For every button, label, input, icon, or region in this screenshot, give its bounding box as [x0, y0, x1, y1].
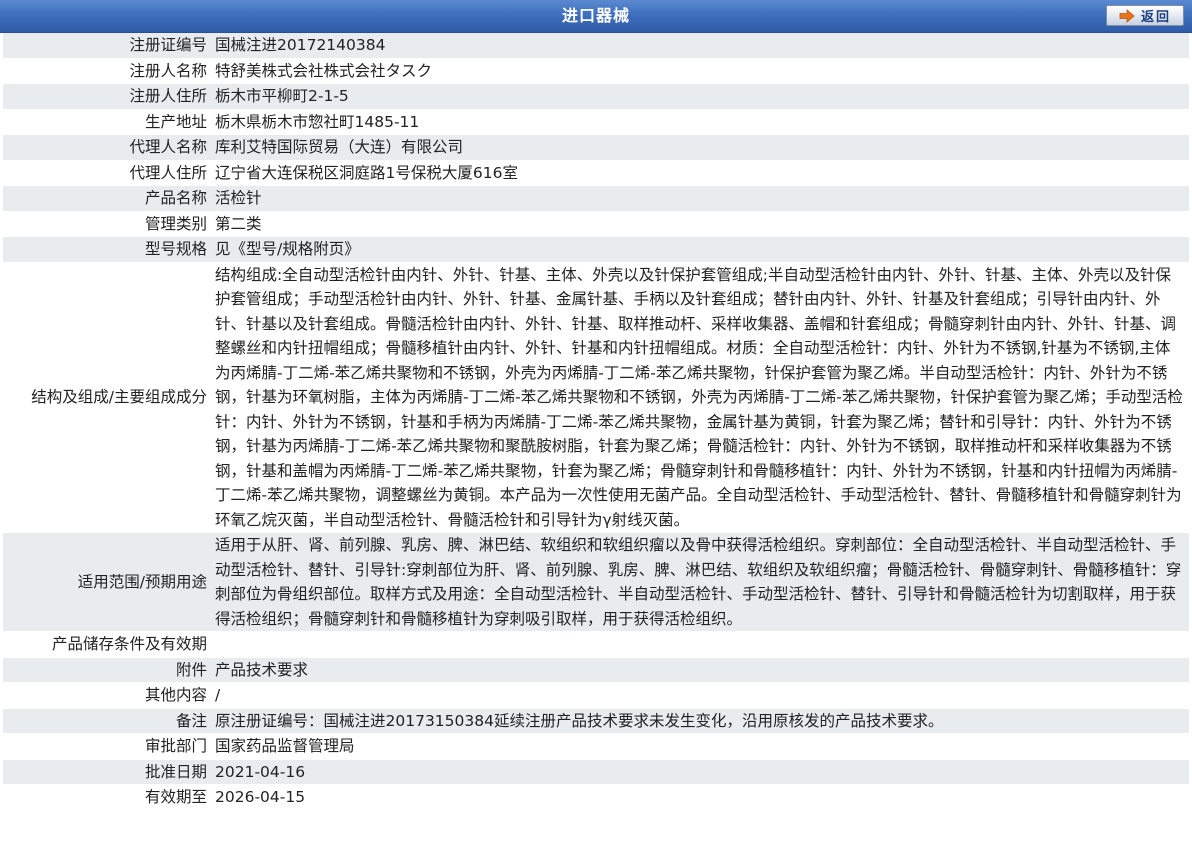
field-label: 附件 — [3, 657, 211, 683]
page-title: 进口器械 — [561, 6, 630, 25]
table-row: 产品名称 活检针 — [3, 185, 1189, 212]
field-value: 适用于从肝、肾、前列腺、乳房、脾、淋巴结、软组织和软组织瘤以及骨中获得活检组织。… — [211, 532, 1189, 632]
table-row: 产品储存条件及有效期 — [3, 631, 1189, 658]
field-label: 注册人名称 — [3, 58, 211, 84]
table-row: 代理人名称 库利艾特国际贸易（大连）有限公司 — [3, 134, 1189, 161]
back-button[interactable]: 返回 — [1106, 5, 1184, 26]
field-value: 结构组成:全自动型活检针由内针、外针、针基、主体、外壳以及针保护套管组成;半自动… — [211, 262, 1189, 533]
page: 进口器械 返回 注册证编号 国械注进20172140384 注册人名称 特舒美株式会社… — [0, 0, 1192, 858]
field-label: 批准日期 — [3, 759, 211, 785]
table-row: 型号规格 见《型号/规格附页》 — [3, 236, 1189, 263]
field-label: 型号规格 — [3, 236, 211, 263]
table-row: 代理人住所 辽宁省大连保税区洞庭路1号保税大厦616室 — [3, 160, 1189, 186]
field-label: 审批部门 — [3, 733, 211, 760]
field-label: 代理人名称 — [3, 134, 211, 161]
back-button-label: 返回 — [1140, 10, 1171, 25]
field-value: 库利艾特国际贸易（大连）有限公司 — [211, 134, 1189, 161]
field-label: 有效期至 — [3, 784, 211, 811]
table-row: 注册人住所 栃木市平柳町2-1-5 — [3, 83, 1189, 110]
field-value: 原注册证编号：国械注进20173150384延续注册产品技术要求未发生变化，沿用… — [211, 708, 1189, 734]
table-row: 结构及组成/主要组成成分 结构组成:全自动型活检针由内针、外针、针基、主体、外壳以… — [3, 262, 1189, 533]
field-label: 管理类别 — [3, 211, 211, 237]
field-value: 特舒美株式会社株式会社タスク — [211, 58, 1189, 84]
table-row: 备注 原注册证编号：国械注进20173150384延续注册产品技术要求未发生变化，… — [3, 708, 1189, 734]
field-value: 辽宁省大连保税区洞庭路1号保税大厦616室 — [211, 160, 1189, 186]
field-value: 国家药品监督管理局 — [211, 733, 1189, 760]
field-value: 栃木県栃木市惣社町1485-11 — [211, 109, 1189, 135]
field-label: 注册人住所 — [3, 83, 211, 110]
table-row: 注册证编号 国械注进20172140384 — [3, 33, 1189, 59]
table-row: 适用范围/预期用途 适用于从肝、肾、前列腺、乳房、脾、淋巴结、软组织和软组织瘤以及… — [3, 532, 1189, 632]
table-row: 附件 产品技术要求 — [3, 657, 1189, 683]
title-bar: 进口器械 返回 — [0, 0, 1192, 33]
field-label: 生产地址 — [3, 109, 211, 135]
field-value: 第二类 — [211, 211, 1189, 237]
field-value: 2021-04-16 — [211, 759, 1189, 785]
field-label: 其他内容 — [3, 682, 211, 709]
detail-table: 注册证编号 国械注进20172140384 注册人名称 特舒美株式会社株式会社タスク注… — [3, 33, 1189, 811]
table-row: 批准日期 2021-04-16 — [3, 759, 1189, 785]
field-label: 结构及组成/主要组成成分 — [3, 262, 211, 533]
table-row: 生产地址 栃木県栃木市惣社町1485-11 — [3, 109, 1189, 135]
field-label: 备注 — [3, 708, 211, 734]
table-row: 审批部门 国家药品监督管理局 — [3, 733, 1189, 760]
field-value: 见《型号/规格附页》 — [211, 236, 1189, 263]
field-label: 代理人住所 — [3, 160, 211, 186]
field-value: 2026-04-15 — [211, 784, 1189, 811]
field-value: / — [211, 682, 1189, 709]
field-label: 产品储存条件及有效期 — [3, 631, 211, 658]
arrow-right-icon — [1119, 8, 1135, 23]
field-label: 注册证编号 — [3, 33, 211, 59]
field-value: 栃木市平柳町2-1-5 — [211, 83, 1189, 110]
field-value: 活检针 — [211, 185, 1189, 212]
field-value: 国械注进20172140384 — [211, 33, 1189, 59]
table-row: 有效期至 2026-04-15 — [3, 784, 1189, 811]
table-row: 管理类别 第二类 — [3, 211, 1189, 237]
table-row: 注册人名称 特舒美株式会社株式会社タスク — [3, 58, 1189, 84]
field-value: 产品技术要求 — [211, 657, 1189, 683]
field-label: 适用范围/预期用途 — [3, 532, 211, 632]
detail-table-body: 注册证编号 国械注进20172140384 注册人名称 特舒美株式会社株式会社タスク注… — [3, 33, 1189, 811]
field-label: 产品名称 — [3, 185, 211, 212]
table-row: 其他内容 / — [3, 682, 1189, 709]
field-value — [211, 631, 1189, 658]
